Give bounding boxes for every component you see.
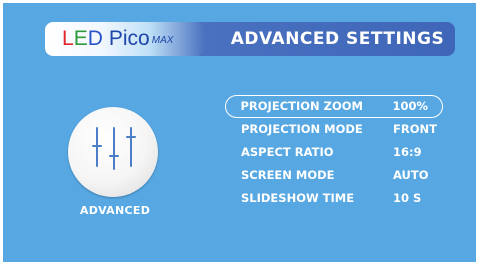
menu-item-aspect-ratio[interactable]: ASPECT RATIO 16:9 [225,141,443,164]
menu-item-label: PROJECTION ZOOM [240,98,364,113]
menu-item-label: ASPECT RATIO [241,145,334,159]
logo-max: MAX [151,35,174,46]
logo-letter-e: E [73,27,88,50]
sliders-icon [92,127,136,170]
menu-item-projection-mode[interactable]: PROJECTION MODE FRONT [225,118,443,141]
menu-item-value: AUTO [393,168,429,182]
menu-item-label: PROJECTION MODE [241,122,363,136]
menu-item-projection-zoom[interactable]: PROJECTION ZOOM 100% [225,95,443,118]
logo-letter-l: L [62,27,74,50]
menu-item-value: 10 S [393,191,422,205]
page-title: ADVANCED SETTINGS [230,29,445,49]
menu-item-label: SCREEN MODE [241,168,335,182]
brand-logo: LED Pico MAX [62,24,173,54]
category-advanced-button[interactable] [68,107,158,197]
menu-item-screen-mode[interactable]: SCREEN MODE AUTO [225,164,443,187]
logo-pico: Pico [108,27,150,50]
menu-item-value: 16:9 [393,145,422,159]
category-label: ADVANCED [79,204,151,217]
menu-item-label: SLIDESHOW TIME [241,191,355,205]
logo-letter-d: D [87,27,103,50]
menu-item-slideshow-time[interactable]: SLIDESHOW TIME 10 S [225,187,443,210]
menu-item-value: 100% [392,98,429,113]
menu-item-value: FRONT [393,122,437,136]
